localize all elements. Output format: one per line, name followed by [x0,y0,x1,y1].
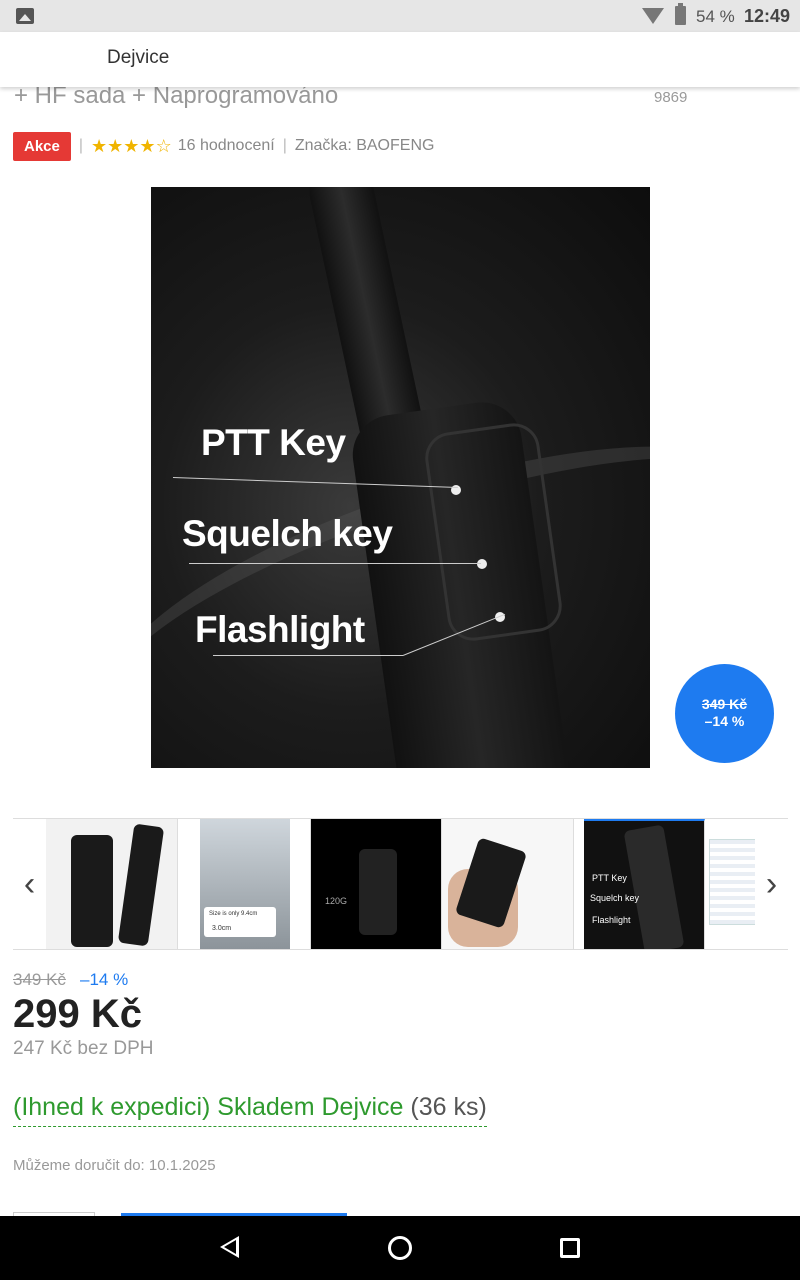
thumbnail-selected[interactable]: PTT Key Squelch key Flashlight [584,819,705,949]
discount-percent: –14 % [80,970,129,989]
battery-percent: 54 % [696,7,735,26]
clock: 12:49 [744,6,791,26]
stock-availability-link[interactable]: (Ihned k expedici) Skladem Dejvice (36 k… [13,1093,487,1127]
thumb-radio-front [71,835,113,947]
top-header: Dejvice [0,32,800,87]
divider: | [282,137,287,154]
navigation-bar [0,1216,800,1280]
badge-discount: –14 % [704,713,745,729]
gallery-notification-icon [16,8,34,24]
badge-old-price: 349 Kč [701,696,748,712]
stock-quantity: (36 ks) [403,1093,487,1121]
rating-stars[interactable]: ★★★★☆ [91,136,172,157]
thumb-table-image [709,839,755,925]
discount-badge: 349 Kč –14 % [675,664,774,763]
squelch-leader-line [189,563,481,564]
squelch-key-marker [477,559,487,569]
product-code: 9869 [654,89,688,106]
stock-status: (Ihned k expedici) Skladem Dejvice [13,1093,404,1121]
thumbnail-gallery: Size is only 9.4cm 3.0cm 120G PTT Key Sq… [13,818,788,950]
squelch-key-label: Squelch key [182,513,393,554]
flashlight-label: Flashlight [195,609,365,650]
thumbnail[interactable]: Size is only 9.4cm 3.0cm [178,819,311,949]
battery-icon [675,3,686,25]
price-without-vat: 247 Kč bez DPH [13,1038,154,1059]
thumbnail[interactable]: 120G [311,819,442,949]
flashlight-leader-line [213,655,403,656]
delivery-date: Můžeme doručit do: 10.1.2025 [13,1157,216,1174]
wifi-icon [642,8,664,24]
gallery-next-button[interactable]: › [755,819,788,949]
recent-apps-icon[interactable] [560,1238,580,1258]
product-meta-row: Akce | ★★★★☆ 16 hodnocení | Značka: BAOF… [13,131,434,161]
thumb-flashlight-label: Flashlight [592,915,631,925]
ptt-key-label: PTT Key [201,422,346,463]
thumb-size-caption: Size is only 9.4cm [209,911,258,917]
thumb-weight: 120G [325,896,348,906]
main-product-image[interactable]: PTT Key Squelch key Flashlight [151,187,650,768]
current-price: 299 Kč [13,992,142,1036]
sale-tag: Akce [13,131,71,161]
thumb-size-value: 3.0cm [212,925,232,932]
thumb-ptt-label: PTT Key [592,873,627,883]
thumb-radio [359,849,397,935]
home-icon[interactable] [388,1236,412,1260]
divider: | [78,137,84,154]
store-selector[interactable]: Dejvice [107,47,169,69]
gallery-prev-button[interactable]: ‹ [13,819,46,949]
thumbnail[interactable] [442,819,574,949]
old-price: 349 Kč [13,970,66,989]
rating-count-link[interactable]: 16 hodnocení [178,137,275,155]
thumb-radio [623,824,685,949]
thumb-squelch-label: Squelch key [590,893,640,903]
status-bar: 54 % 12:49 [0,0,800,32]
thumbnail[interactable] [705,819,755,949]
brand-link[interactable]: Značka: BAOFENG [295,137,435,155]
thumb-radio-side [117,823,165,947]
thumbnail[interactable] [46,819,178,949]
back-icon[interactable] [220,1236,239,1258]
